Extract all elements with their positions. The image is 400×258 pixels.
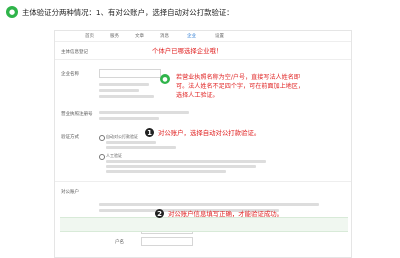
bank-label: 户名 — [115, 240, 124, 245]
radio-manual-label: 人工验证 — [106, 153, 122, 158]
green-note-icon: ● — [160, 74, 170, 84]
tab-article[interactable]: 文章 — [135, 33, 144, 39]
verify-method-label: 验证方式 — [61, 135, 79, 140]
business-name-label: 企业名称 — [61, 72, 79, 77]
radio-manual[interactable] — [99, 154, 105, 160]
info-bar — [60, 217, 348, 232]
tab-settings[interactable]: 设置 — [215, 33, 224, 39]
step-2-text: 对公账户信息填写正确，才能验证成功。 — [168, 210, 284, 218]
green-bullet-icon: ● — [6, 6, 18, 18]
tab-enterprise[interactable]: 企业 — [187, 33, 196, 39]
bank-input[interactable] — [141, 237, 193, 246]
business-name-input[interactable] — [99, 69, 161, 78]
step-1-badge: 1 — [145, 128, 154, 137]
tab-home[interactable]: 首页 — [85, 33, 94, 39]
radio-auto-label: 自动对公打款验证 — [106, 134, 138, 139]
tab-service[interactable]: 服务 — [110, 33, 119, 39]
subject-label: 主体信息登记 — [61, 50, 88, 55]
step-2-badge: 2 — [155, 209, 164, 218]
radio-auto[interactable] — [99, 135, 105, 141]
license-label: 营业执照注册号 — [61, 112, 93, 117]
public-account-label: 对公账户 — [61, 190, 79, 195]
license-note: 若营业执照名称为空/户号，直接写法人姓名即可。法人姓名不足四个字，可在前面加上地… — [176, 74, 304, 99]
individual-note: 个体户已哪选择企业哦！ — [152, 47, 223, 55]
tab-bar: 首页 服务 文章 消息 企业 设置 — [55, 31, 351, 42]
tab-message[interactable]: 消息 — [160, 33, 169, 39]
step-1-text: 对公账户，选择自动对公打款验证。 — [158, 129, 261, 137]
page-title: 主体验证分两种情况：1、有对公账户，选择自动对公打款验证： — [22, 8, 234, 17]
